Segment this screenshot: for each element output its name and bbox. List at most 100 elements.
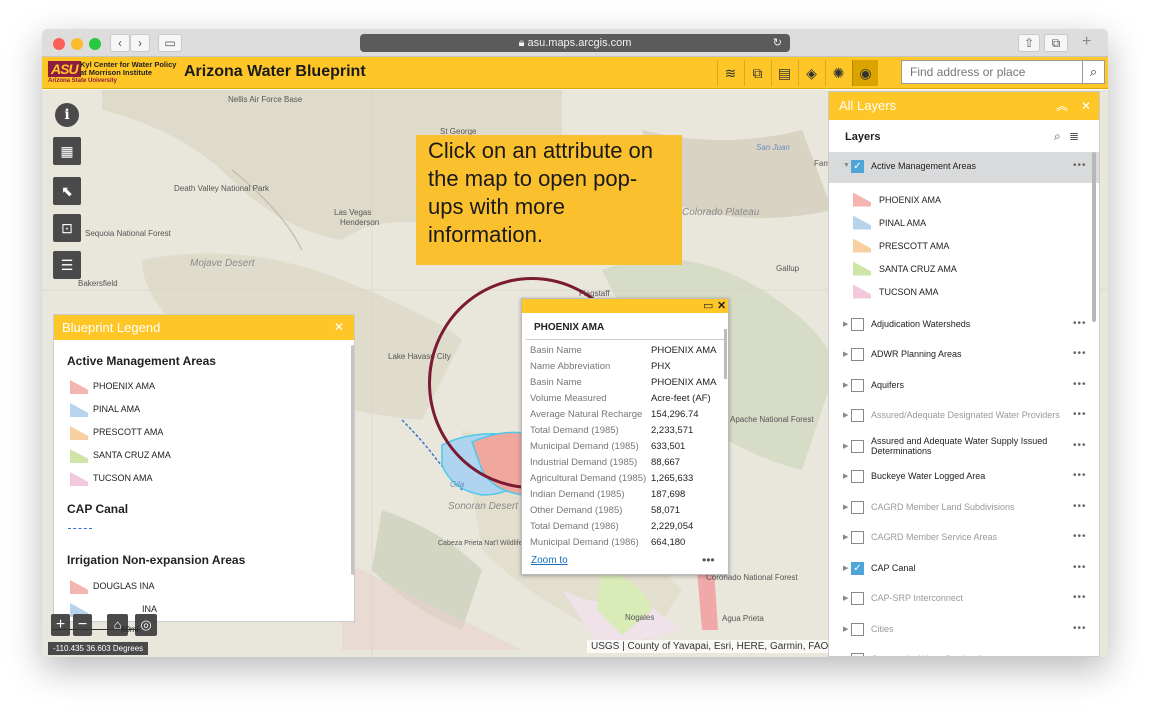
layer-options-button[interactable]: ••• — [1073, 623, 1087, 634]
layer-options-button[interactable]: ••• — [1073, 531, 1087, 542]
layers-scrollbar[interactable] — [1092, 152, 1096, 322]
layer-options-button[interactable]: ••• — [1073, 348, 1087, 359]
place-nogales: Nogales — [625, 613, 655, 622]
legend-close-button[interactable]: ✕ — [334, 315, 344, 340]
layer-checkbox[interactable] — [851, 348, 864, 361]
layer-checkbox[interactable] — [851, 378, 864, 392]
popup-title: PHOENIX AMA — [526, 313, 724, 340]
layer-options-button[interactable]: ••• — [1073, 470, 1087, 481]
select-icon[interactable]: ⬉ — [53, 177, 81, 205]
layer-checkbox[interactable] — [851, 531, 864, 544]
caret-right-icon[interactable]: ▶ — [843, 533, 848, 541]
document-icon[interactable]: ▤ — [771, 60, 797, 86]
popup-close-button[interactable]: ✕ — [717, 299, 726, 313]
collapse-icon[interactable]: ︽ — [1056, 92, 1068, 120]
layer-options-button[interactable]: ••• — [1073, 562, 1087, 573]
layer-row[interactable]: ▶ CAP-SRP Interconnect ••• — [829, 584, 1099, 615]
caret-right-icon[interactable]: ▶ — [843, 411, 848, 419]
layer-options-button[interactable]: ••• — [1073, 379, 1087, 390]
layer-row[interactable]: ▶ Aquifers ••• — [829, 371, 1099, 402]
caret-right-icon[interactable]: ▶ — [843, 350, 848, 358]
share-button[interactable]: ⇧ — [1018, 34, 1040, 52]
layer-options-button[interactable]: ••• — [1073, 409, 1087, 420]
layer-row[interactable]: ▶ Buckeye Water Logged Area ••• — [829, 462, 1099, 493]
layer-row[interactable]: ▶ ✓ CAP Canal ••• — [829, 554, 1099, 585]
caret-right-icon[interactable]: ▶ — [843, 564, 848, 572]
caret-right-icon[interactable]: ▶ — [843, 320, 848, 328]
close-window-button[interactable] — [53, 38, 65, 50]
tabs-button[interactable]: ⧉ — [1044, 34, 1068, 52]
search-icon[interactable]: ⌕ — [1083, 60, 1105, 84]
caret-right-icon[interactable]: ▶ — [843, 655, 848, 656]
info-icon[interactable]: i — [55, 103, 79, 127]
sun-icon[interactable]: ✺ — [825, 60, 851, 86]
caret-right-icon[interactable]: ▶ — [843, 472, 848, 480]
back-button[interactable]: ‹ — [110, 34, 130, 52]
layer-checkbox[interactable]: ✓ — [851, 561, 864, 575]
caret-right-icon[interactable]: ▶ — [843, 503, 848, 511]
layer-options-button[interactable]: ••• — [1073, 160, 1087, 171]
water-icon[interactable]: ≋ — [717, 60, 743, 86]
new-tab-button[interactable]: + — [1082, 33, 1091, 51]
layer-checkbox[interactable] — [851, 470, 864, 483]
minimize-window-button[interactable] — [71, 38, 83, 50]
place-gila: Gila — [450, 480, 465, 489]
maximize-icon[interactable]: ▭ — [703, 299, 713, 313]
caret-right-icon[interactable]: ▶ — [843, 381, 848, 389]
popup-scrollbar[interactable] — [724, 329, 727, 379]
tabs-icon: ⧉ — [1051, 36, 1061, 50]
caret-right-icon[interactable]: ▶ — [843, 442, 848, 450]
search-input[interactable]: Find address or place — [901, 60, 1083, 84]
layer-options-button[interactable]: ••• — [1073, 501, 1087, 512]
zoom-window-button[interactable] — [89, 38, 101, 50]
reload-icon[interactable]: ↻ — [773, 34, 782, 52]
sidebar-button[interactable]: ▭ — [158, 34, 182, 52]
layer-checkbox[interactable] — [851, 592, 864, 605]
layer-row[interactable]: ▶ Assured and Adequate Water Supply Issue… — [829, 432, 1099, 463]
share-icon: ⇧ — [1023, 36, 1035, 50]
layer-row[interactable]: ▶ ADWR Planning Areas ••• — [829, 340, 1099, 371]
layer-row[interactable]: ▶ Assured/Adequate Designated Water Provi… — [829, 401, 1099, 432]
layers-close-button[interactable]: ✕ — [1081, 92, 1091, 120]
layer-checkbox[interactable] — [851, 653, 864, 656]
layer-checkbox[interactable] — [851, 500, 864, 514]
layers-tool-icon[interactable]: ⧉ — [744, 60, 770, 86]
forward-button[interactable]: › — [130, 34, 150, 52]
list-icon[interactable]: ☰ — [53, 251, 81, 279]
layer-row[interactable]: ▶ Adjudication Watersheds ••• — [829, 310, 1099, 341]
asu-logo[interactable]: ASU Kyl Center for Water Policy at Morri… — [48, 61, 178, 85]
layer-row-active-management-areas[interactable]: ▼ ✓ Active Management Areas ••• — [829, 152, 1099, 183]
layer-checkbox[interactable]: ✓ — [851, 160, 864, 173]
search-icon[interactable]: ⌕ — [1054, 129, 1061, 144]
map-view[interactable]: Nellis Air Force Base St George Death Va… — [42, 90, 1108, 657]
filter-icon[interactable]: ≣ — [1069, 129, 1079, 143]
feature-popup[interactable]: ▭ ✕ PHOENIX AMA Basin Name PHOENIX AMA Na… — [521, 298, 729, 575]
layer-options-button[interactable]: ••• — [1073, 318, 1087, 329]
caret-down-icon[interactable]: ▼ — [843, 162, 850, 169]
caret-right-icon[interactable]: ▶ — [843, 594, 848, 602]
layer-row[interactable]: ▶ CAGRD Member Service Areas ••• — [829, 523, 1099, 554]
compare-icon[interactable]: ⊡ — [53, 214, 81, 242]
layer-checkbox[interactable] — [851, 439, 864, 453]
zoom-to-link[interactable]: Zoom to — [531, 555, 568, 566]
legend-section-heading: Irrigation Non-expansion Areas — [67, 553, 246, 567]
scale-label: 60mi — [121, 625, 139, 634]
drop-icon[interactable]: ◈ — [798, 60, 824, 86]
layer-checkbox[interactable] — [851, 622, 864, 636]
legend-scrollbar[interactable] — [351, 345, 354, 575]
globe-icon[interactable]: ◉ — [852, 60, 878, 86]
legend-item: PRESCOTT AMA — [54, 421, 354, 444]
popup-more-button[interactable]: ••• — [702, 553, 715, 567]
layer-checkbox[interactable] — [851, 317, 864, 331]
layer-row[interactable]: ▶ Community Water Service Areas••• — [829, 645, 1099, 656]
layer-row[interactable]: ▶ Cities ••• — [829, 615, 1099, 646]
address-bar[interactable]: 🔒︎ asu.maps.arcgis.com ↻ — [360, 34, 790, 52]
layer-options-button[interactable]: ••• — [1073, 592, 1087, 603]
layer-options-button[interactable]: ••• — [1073, 440, 1087, 451]
layer-checkbox[interactable] — [851, 409, 864, 422]
legend-swatch — [853, 284, 871, 299]
layer-row[interactable]: ▶ CAGRD Member Land Subdivisions ••• — [829, 493, 1099, 524]
layer-options-button[interactable]: ••• — [1073, 653, 1087, 656]
grid-icon[interactable]: ▦ — [53, 137, 81, 165]
caret-right-icon[interactable]: ▶ — [843, 625, 848, 633]
